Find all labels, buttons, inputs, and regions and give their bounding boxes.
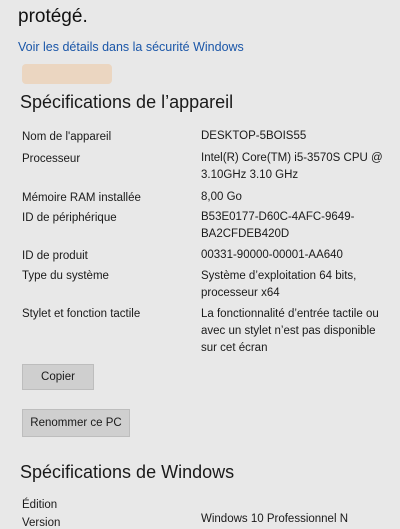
windows-specs-heading: Spécifications de Windows [20,462,235,482]
processor-label: Processeur [22,153,81,165]
protected-status-text: protégé. [18,6,88,27]
copy-button[interactable]: Copier [22,364,94,390]
ram-value: 8,00 Go [201,191,242,203]
device-specs-heading: Spécifications de l’appareil [20,92,234,112]
device-name-label: Nom de l'appareil [22,131,112,143]
system-type-value: Système d’exploitation 64 bits, processe… [201,270,357,299]
system-type-label: Type du système [22,270,109,282]
device-name-value: DESKTOP-5BOIS55 [201,130,307,142]
device-id-value: B53E0177-D60C-4AFC-9649- BA2CFDEB420D [201,211,355,240]
version-label: Version [22,517,61,529]
edition-label: Édition [22,499,58,511]
edition-value: Windows 10 Professionnel N [201,513,349,525]
product-id-label: ID de produit [22,250,88,262]
rename-pc-button[interactable]: Renommer ce PC [22,409,130,437]
product-id-value: 00331-90000-00001-AA640 [201,249,343,261]
security-details-link[interactable]: Voir les détails dans la sécurité Window… [18,40,244,54]
ram-label: Mémoire RAM installée [22,192,141,204]
processor-value: Intel(R) Core(TM) i5-3570S CPU @ 3.10GHz… [201,152,383,181]
pen-touch-value: La fonctionnalité d’entrée tactile ou av… [201,308,379,354]
pen-touch-label: Stylet et fonction tactile [22,308,141,320]
watermark-logo [22,64,112,84]
device-id-label: ID de périphérique [22,212,117,224]
